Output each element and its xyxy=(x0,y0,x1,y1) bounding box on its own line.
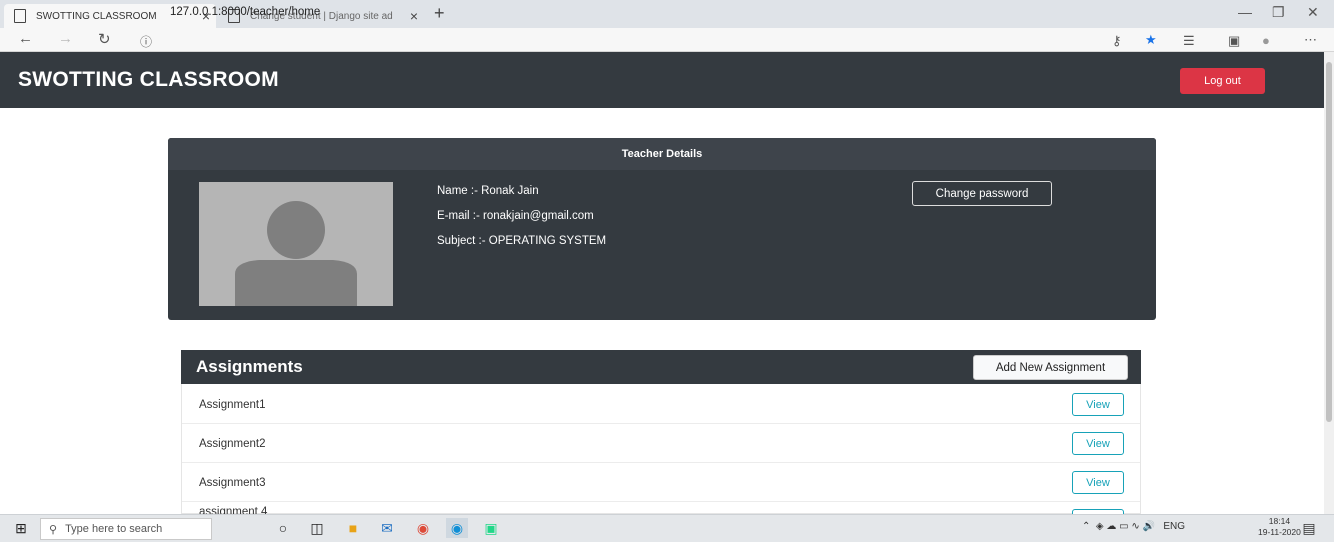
notifications-icon[interactable]: ▤ xyxy=(1298,518,1320,538)
avatar xyxy=(199,182,393,306)
mail-icon[interactable]: ✉ xyxy=(376,518,398,538)
language-indicator: ENG xyxy=(1163,521,1186,532)
person-icon xyxy=(235,201,357,306)
assignments-title: Assignments xyxy=(196,357,303,376)
forward-arrow-icon[interactable]: → xyxy=(58,30,73,47)
list-item xyxy=(182,463,1140,502)
clock-time: 18:14 xyxy=(1268,516,1291,526)
scrollbar-thumb[interactable] xyxy=(1326,62,1332,422)
taskbar-clock[interactable]: 18:14 19-11-2020 xyxy=(1258,516,1301,538)
brand-title[interactable]: SWOTTING CLASSROOM xyxy=(18,68,279,92)
logout-button[interactable]: Log out xyxy=(1180,68,1265,94)
windows-start-icon[interactable]: ⊞ xyxy=(10,518,32,538)
clock-date: 19-11-2020 xyxy=(1258,527,1301,537)
collections-icon[interactable]: ▣ xyxy=(1228,33,1240,49)
key-icon[interactable]: ⚷ xyxy=(1112,33,1122,49)
info-icon[interactable]: ⓘ xyxy=(140,33,152,50)
view-button[interactable]: View xyxy=(1072,471,1124,494)
back-arrow-icon[interactable]: ← xyxy=(18,30,33,47)
restore-icon[interactable]: ❐ xyxy=(1272,4,1285,21)
minimize-icon[interactable]: — xyxy=(1238,4,1252,20)
favorites-list-icon[interactable]: ☰ xyxy=(1183,33,1195,49)
teacher-email: E-mail :- ronakjain@gmail.com xyxy=(437,210,594,222)
more-menu-icon[interactable]: ⋯ xyxy=(1304,32,1317,48)
add-new-assignment-button[interactable]: Add New Assignment xyxy=(973,355,1128,380)
url-field[interactable]: 127.0.0.1:8000/teacher/home xyxy=(170,6,320,18)
new-tab-button[interactable]: + xyxy=(434,3,445,24)
assignment-label: Assignment1 xyxy=(199,399,266,411)
list-item xyxy=(182,424,1140,463)
tab-label: SWOTTING CLASSROOM xyxy=(36,10,157,22)
address-bar: ← → ↻ ⓘ xyxy=(0,28,1334,52)
search-placeholder: Type here to search xyxy=(65,523,163,535)
search-icon: ⚲ xyxy=(49,523,58,536)
taskbar-search-input[interactable]: ⚲ Type here to search xyxy=(40,518,212,540)
edge-icon[interactable]: ◉ xyxy=(446,518,468,538)
cortana-icon[interactable]: ○ xyxy=(272,518,294,538)
teacher-subject: Subject :- OPERATING SYSTEM xyxy=(437,235,607,247)
pycharm-icon[interactable]: ▣ xyxy=(480,518,502,538)
view-button[interactable]: View xyxy=(1072,393,1124,416)
close-window-icon[interactable]: ✕ xyxy=(1307,4,1319,21)
page-icon xyxy=(14,9,26,23)
chrome-icon[interactable]: ◉ xyxy=(412,518,434,538)
profile-avatar-icon[interactable]: ● xyxy=(1262,33,1270,48)
file-explorer-icon[interactable]: ■ xyxy=(342,518,364,538)
task-view-icon[interactable]: ◫ xyxy=(306,518,328,538)
view-button[interactable]: View xyxy=(1072,432,1124,455)
refresh-icon[interactable]: ↻ xyxy=(98,30,111,48)
system-tray[interactable]: ⌃ ◈ ☁ ▭ ∿ 🔊 ENG xyxy=(1082,521,1185,532)
tray-icons: ⌃ ◈ ☁ ▭ ∿ 🔊 xyxy=(1082,521,1161,532)
close-tab-icon[interactable]: × xyxy=(410,8,424,24)
teacher-name: Name :- Ronak Jain xyxy=(437,185,539,197)
change-password-button[interactable]: Change password xyxy=(912,181,1052,206)
assignment-label: Assignment2 xyxy=(199,438,266,450)
list-item xyxy=(182,385,1140,424)
favorite-star-icon[interactable]: ★ xyxy=(1145,32,1157,48)
assignment-label: Assignment3 xyxy=(199,477,266,489)
teacher-details-header: Teacher Details xyxy=(168,138,1156,170)
